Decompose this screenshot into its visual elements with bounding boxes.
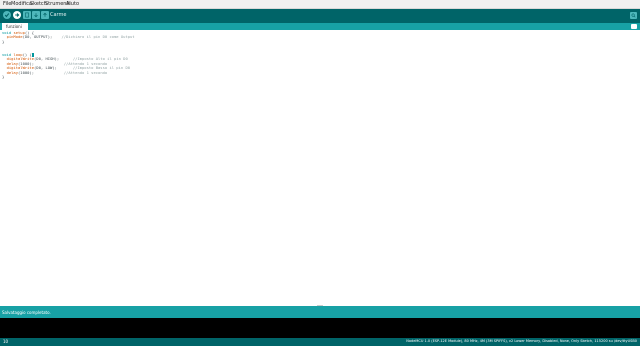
upload-icon[interactable] — [13, 11, 21, 19]
code-token: delay — [2, 69, 19, 75]
tab-bar: funzioni — [0, 23, 640, 30]
code-token: } — [2, 74, 5, 79]
new-icon[interactable] — [23, 11, 31, 19]
menu-aiuto[interactable]: Aiuto — [66, 1, 79, 8]
code-line: } — [2, 74, 5, 79]
code-token: } — [2, 38, 5, 44]
board-info: NodeMCU 1.0 (ESP-12E Module), 80 MHz, 4M… — [406, 339, 637, 343]
toolbar: Carme — [0, 9, 640, 23]
menu-modifica[interactable]: Modifica — [11, 1, 32, 8]
status-bar: Salvataggio completato. — [0, 306, 640, 318]
code-token: //Attendo 1 secondo — [34, 69, 108, 75]
tab-label: funzioni — [6, 24, 22, 29]
code-line: delay(1000); //Attendo 1 secondo — [2, 69, 108, 75]
save-icon[interactable] — [41, 11, 49, 19]
footer-bar: 10 NodeMCU 1.0 (ESP-12E Module), 80 MHz,… — [0, 338, 640, 346]
code-token: //Dichiaro il pin D0 come Output — [52, 34, 135, 40]
tab-menu-icon[interactable] — [631, 24, 637, 29]
code-token: pinMode — [2, 34, 23, 40]
line-number: 10 — [3, 339, 9, 344]
menu-bar: File Modifica Sketch Strumenti Aiuto — [0, 0, 640, 9]
verify-icon[interactable] — [3, 11, 11, 19]
code-editor[interactable]: void setup() { pinMode(D0, OUTPUT); //Di… — [0, 30, 640, 306]
code-line: pinMode(D0, OUTPUT); //Dichiaro il pin D… — [2, 35, 135, 39]
console-output — [0, 318, 640, 338]
serial-monitor-icon[interactable] — [630, 12, 637, 19]
sketch-title: Carme — [50, 12, 67, 18]
open-icon[interactable] — [32, 11, 40, 19]
code-token: (1000); — [18, 69, 35, 75]
tab-funzioni[interactable]: funzioni — [2, 23, 28, 30]
status-message: Salvataggio completato. — [2, 310, 51, 315]
code-line: } — [2, 38, 5, 44]
code-token: (D0, OUTPUT); — [22, 34, 53, 40]
